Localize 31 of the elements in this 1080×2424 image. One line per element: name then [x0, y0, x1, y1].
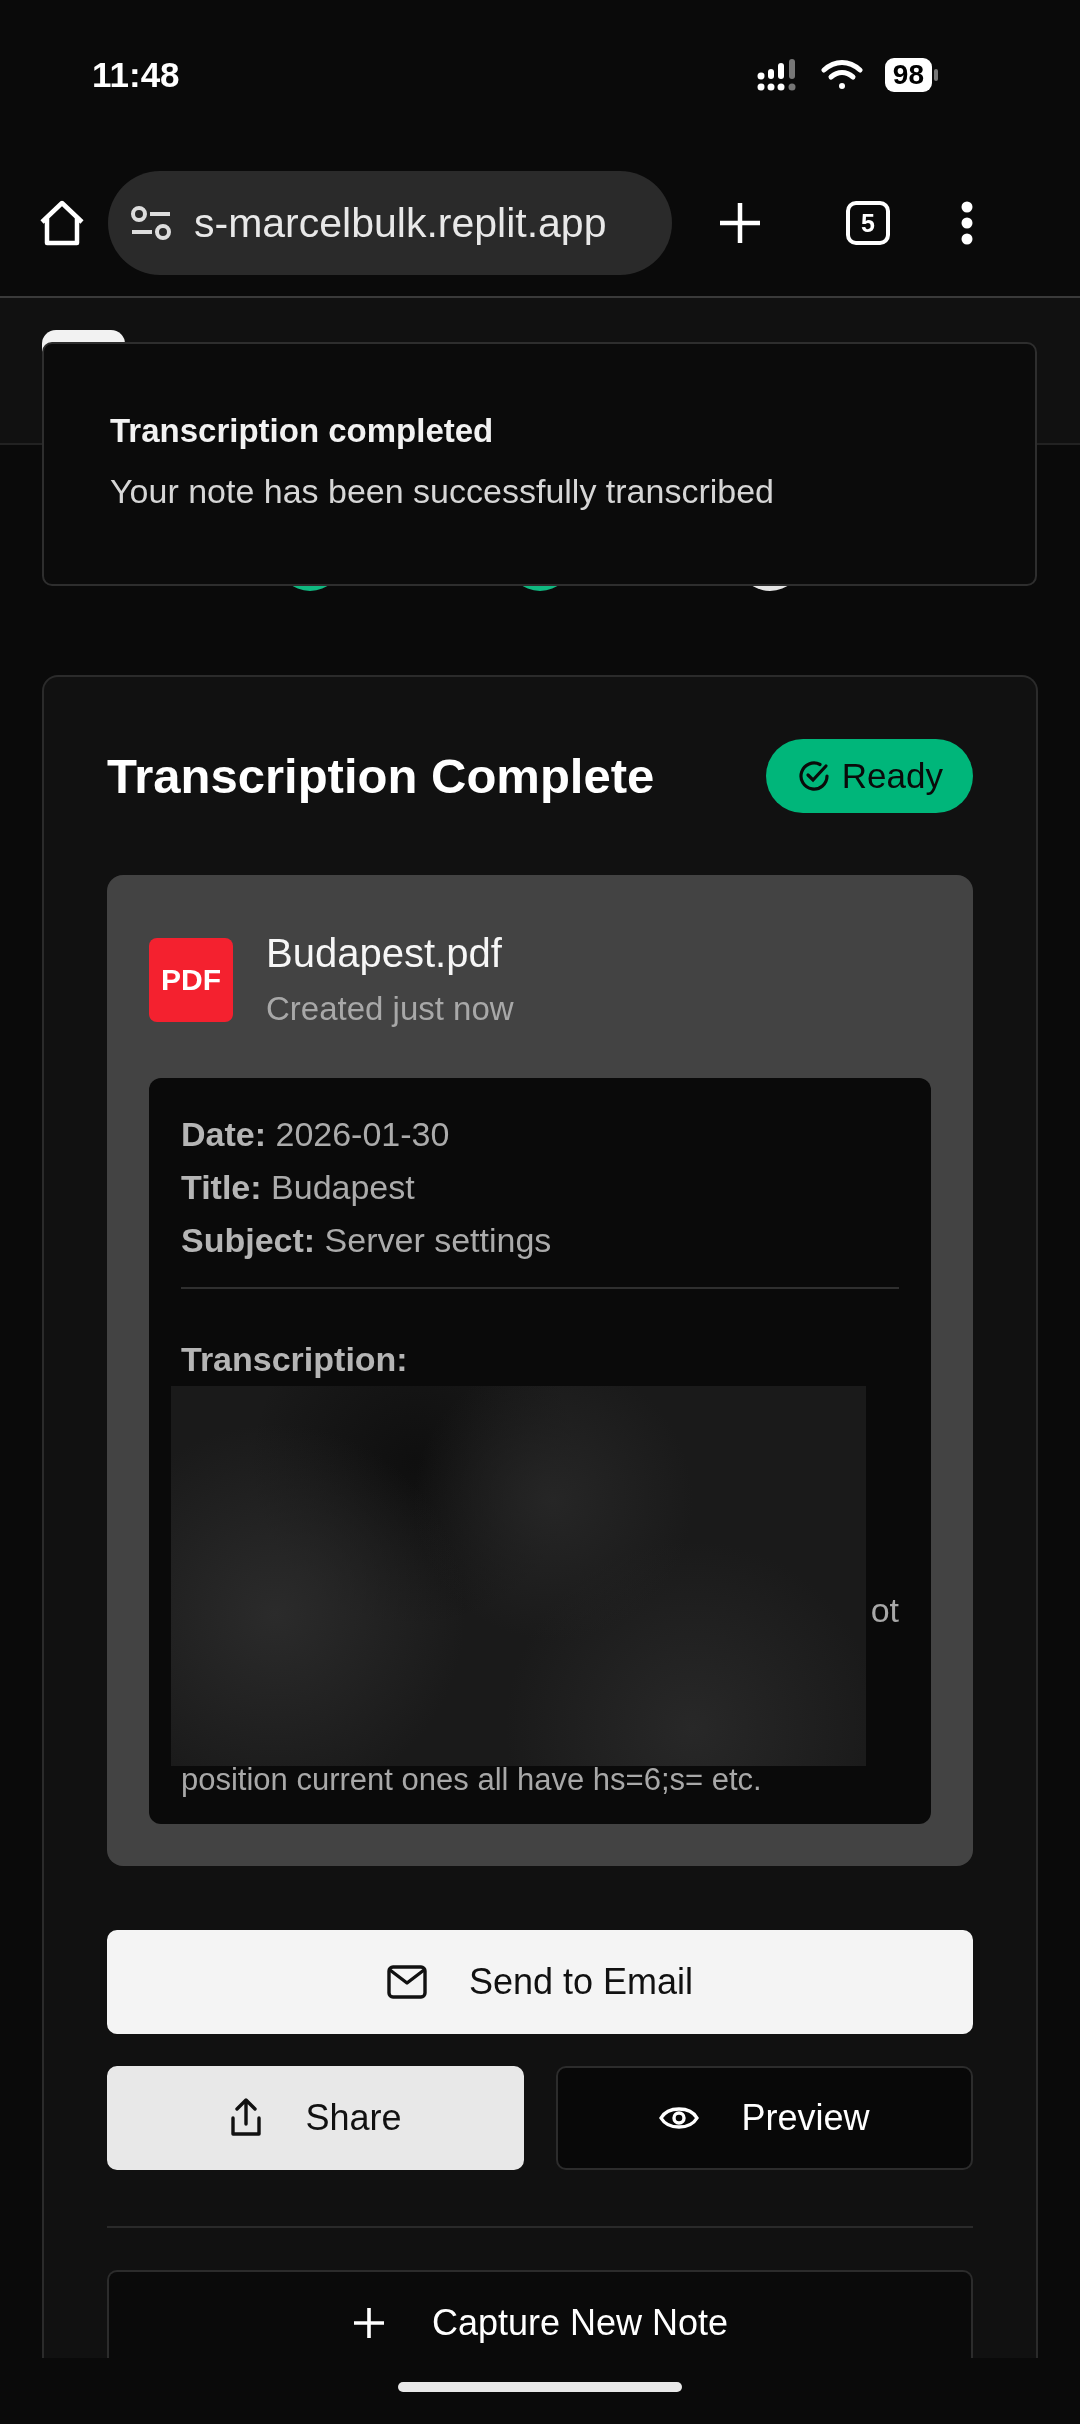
eye-icon [659, 2104, 700, 2132]
note-field: Title: Budapest [181, 1161, 899, 1214]
plus-icon [351, 2306, 386, 2340]
new-tab-icon[interactable] [718, 201, 762, 245]
note-field: Subject: Server settings [181, 1214, 899, 1267]
home-icon[interactable] [38, 200, 86, 246]
share-icon [229, 2098, 264, 2138]
site-settings-icon[interactable] [130, 206, 172, 240]
toast-message: Your note has been successfully transcribed [110, 472, 776, 511]
wifi-icon [820, 59, 863, 91]
file-name: Budapest.pdf [266, 931, 503, 976]
more-menu-icon[interactable] [960, 201, 974, 245]
file-created-text: Created just now [266, 990, 514, 1028]
check-circle-icon [797, 760, 830, 792]
status-time: 11:48 [92, 55, 180, 95]
transcription-text: position current ones all have hs=6;s= etc. [181, 1762, 763, 1798]
ready-badge: Ready [765, 739, 973, 813]
share-button[interactable]: Share [107, 2066, 524, 2170]
send-to-email-button[interactable]: Send to Email [107, 1930, 973, 2034]
mail-icon [386, 1965, 427, 1999]
address-bar[interactable]: s-marcelbulk.replit.app [108, 171, 672, 275]
transcription-label: Transcription: [181, 1339, 409, 1380]
transcription-text: ot [870, 1591, 899, 1630]
card-title: Transcription Complete [107, 748, 655, 804]
preview-button[interactable]: Preview [556, 2066, 973, 2170]
url-text[interactable]: s-marcelbulk.replit.app [194, 199, 607, 247]
note-field: Date: 2026-01-30 [181, 1108, 899, 1161]
tab-count-button[interactable]: 5 [846, 201, 890, 245]
toast-title: Transcription completed [110, 412, 495, 450]
capture-new-note-button[interactable]: Capture New Note [107, 2270, 973, 2358]
pdf-file-icon: PDF [149, 937, 233, 1022]
